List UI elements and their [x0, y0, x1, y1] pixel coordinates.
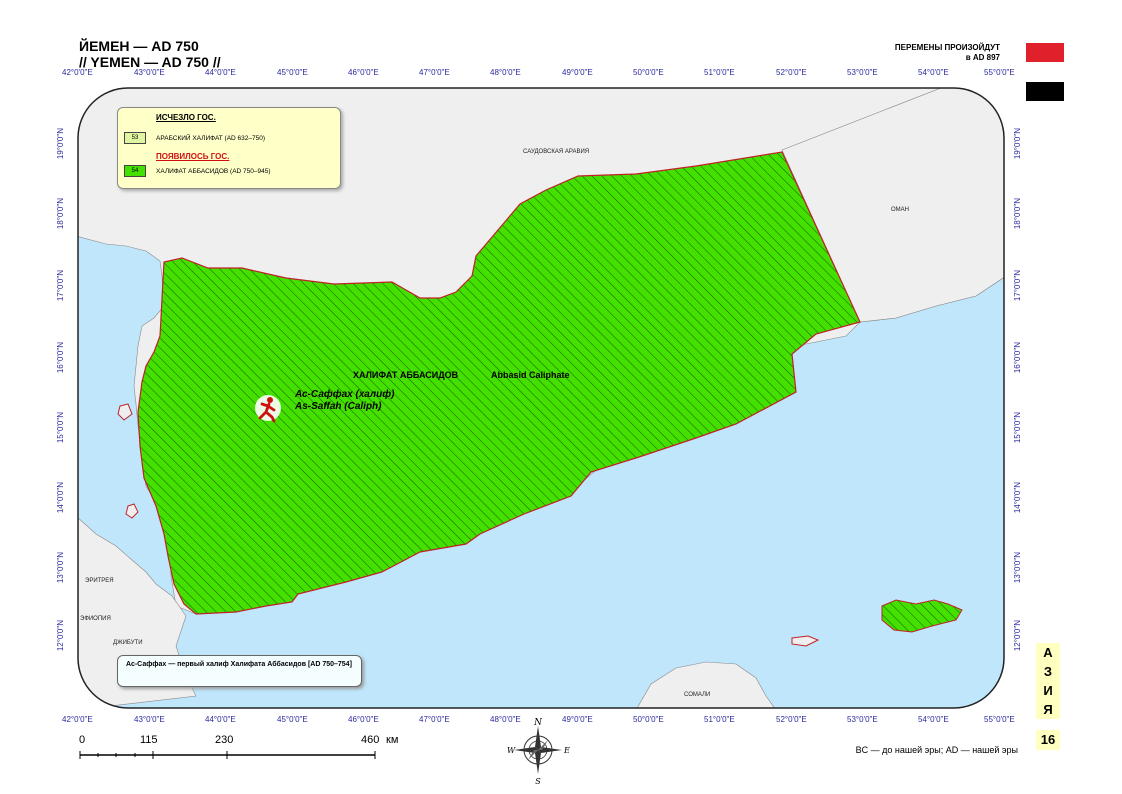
label-oman: ОМАН: [891, 207, 909, 213]
coord-top-53: 53°0'0"E: [847, 68, 878, 77]
label-ruler-ru: Ас-Саффах (халиф): [295, 389, 395, 400]
coord-top-54: 54°0'0"E: [918, 68, 949, 77]
label-ruler-en: As-Saffah (Caliph): [295, 401, 382, 412]
coord-left-17: 17°0'0"N: [56, 270, 65, 302]
svg-text:W: W: [507, 746, 516, 755]
coord-left-19: 19°0'0"N: [56, 128, 65, 160]
coord-top-46: 46°0'0"E: [348, 68, 379, 77]
scale-bar-line: [79, 751, 376, 759]
label-somalia: СОМАЛИ: [684, 692, 711, 698]
legend-appeared-swatch: 54: [124, 165, 146, 177]
scale-bar: 0 115 230 460 км: [79, 734, 419, 764]
scale-tick-115: 115: [140, 734, 158, 746]
legend-vanished-header: ИСЧЕЗЛО ГОС.: [156, 113, 216, 122]
coord-bottom-45: 45°0'0"E: [277, 715, 308, 724]
coord-top-48: 48°0'0"E: [490, 68, 521, 77]
label-saudi-arabia: САУДОВСКАЯ АРАВИЯ: [523, 149, 590, 155]
label-djibouti: ДЖИБУТИ: [113, 640, 143, 646]
coord-bottom-55: 55°0'0"E: [984, 715, 1015, 724]
coord-top-45: 45°0'0"E: [277, 68, 308, 77]
legend-vanished-swatch: 53: [124, 132, 146, 144]
change-notice-line1: ПЕРЕМЕНЫ ПРОИЗОЙДУТ: [894, 43, 1000, 52]
svg-text:E: E: [563, 746, 570, 755]
continent-letter-3: И: [1043, 683, 1053, 698]
label-caliphate-en: Abbasid Caliphate: [491, 370, 570, 380]
scale-unit: км: [386, 734, 399, 746]
continent-tab: А З И Я: [1036, 643, 1060, 719]
coord-right-19: 19°0'0"N: [1013, 128, 1022, 160]
coord-bottom-53: 53°0'0"E: [847, 715, 878, 724]
coord-top-49: 49°0'0"E: [562, 68, 593, 77]
legend-box: ИСЧЕЗЛО ГОС. 53 АРАБСКИЙ ХАЛИФАТ (AD 632…: [117, 107, 341, 189]
map-title: ЙЕМЕН — AD 750 // YEMEN — AD 750 //: [79, 38, 221, 70]
coord-bottom-47: 47°0'0"E: [419, 715, 450, 724]
title-ru: ЙЕМЕН — AD 750: [79, 38, 199, 54]
coord-right-16: 16°0'0"N: [1013, 342, 1022, 374]
flag-stripe-white: [1026, 62, 1064, 82]
coord-left-13: 13°0'0"N: [56, 552, 65, 584]
coord-bottom-51: 51°0'0"E: [704, 715, 735, 724]
coord-top-55: 55°0'0"E: [984, 68, 1015, 77]
coord-left-18: 18°0'0"N: [56, 198, 65, 230]
continent-letter-4: Я: [1043, 702, 1053, 717]
label-caliphate-ru: ХАЛИФАТ АББАСИДОВ: [353, 370, 459, 380]
coord-top-43: 43°0'0"E: [134, 68, 165, 77]
coord-left-12: 12°0'0"N: [56, 620, 65, 652]
coord-top-42: 42°0'0"E: [62, 68, 93, 77]
coords-left: 19°0'0"N 18°0'0"N 17°0'0"N 16°0'0"N 15°0…: [56, 120, 70, 680]
svg-text:N: N: [533, 718, 543, 728]
ruler-running-man-icon: [255, 395, 281, 423]
coord-top-50: 50°0'0"E: [633, 68, 664, 77]
coord-top-47: 47°0'0"E: [419, 68, 450, 77]
coord-left-16: 16°0'0"N: [56, 342, 65, 374]
scale-tick-460: 460: [361, 734, 380, 746]
coords-right: 19°0'0"N 18°0'0"N 17°0'0"N 16°0'0"N 15°0…: [1013, 120, 1027, 680]
scale-tick-0: 0: [79, 734, 86, 746]
coord-bottom-52: 52°0'0"E: [776, 715, 807, 724]
coord-top-44: 44°0'0"E: [205, 68, 236, 77]
coord-right-14: 14°0'0"N: [1013, 482, 1022, 514]
legend-vanished-label: АРАБСКИЙ ХАЛИФАТ (AD 632–750): [156, 135, 266, 142]
svg-text:S: S: [535, 777, 541, 786]
yemen-flag: [1026, 43, 1064, 101]
change-notice-line2: в AD 897: [965, 53, 1000, 62]
flag-stripe-red: [1026, 43, 1064, 63]
continent-letter-2: З: [1043, 664, 1053, 679]
coord-bottom-46: 46°0'0"E: [348, 715, 379, 724]
coord-left-15: 15°0'0"N: [56, 412, 65, 444]
label-eritrea: ЭРИТРЕЯ: [85, 578, 114, 584]
coord-top-52: 52°0'0"E: [776, 68, 807, 77]
era-legend-text: BC — до нашей эры; AD — нашей эры: [855, 745, 1018, 755]
coord-right-18: 18°0'0"N: [1013, 198, 1022, 230]
flag-stripe-black: [1026, 81, 1064, 101]
change-notice: ПЕРЕМЕНЫ ПРОИЗОЙДУТ в AD 897: [895, 43, 1000, 63]
label-ethiopia: ЭФИОПИЯ: [80, 616, 111, 622]
compass-rose-icon: N W E S: [507, 718, 570, 786]
scale-tick-230: 230: [215, 734, 234, 746]
continent-letter-1: А: [1043, 645, 1053, 660]
label-ruler: Ас-Саффах (халиф) As-Saffah (Caliph): [295, 389, 394, 413]
ruler-note-box: Ас-Саффах — первый халиф Халифата Аббаси…: [117, 655, 362, 687]
legend-appeared-header: ПОЯВИЛОСЬ ГОС.: [156, 152, 230, 161]
coord-bottom-42: 42°0'0"E: [62, 715, 93, 724]
coord-bottom-54: 54°0'0"E: [918, 715, 949, 724]
coord-bottom-43: 43°0'0"E: [134, 715, 165, 724]
legend-appeared-label: ХАЛИФАТ АББАСИДОВ (AD 750–945): [156, 168, 271, 175]
page-number: 16: [1036, 730, 1060, 750]
coord-bottom-50: 50°0'0"E: [633, 715, 664, 724]
coord-right-15: 15°0'0"N: [1013, 412, 1022, 444]
coord-top-51: 51°0'0"E: [704, 68, 735, 77]
coord-right-13: 13°0'0"N: [1013, 552, 1022, 584]
coord-right-17: 17°0'0"N: [1013, 270, 1022, 302]
coord-right-12: 12°0'0"N: [1013, 620, 1022, 652]
coord-left-14: 14°0'0"N: [56, 482, 65, 514]
coord-bottom-44: 44°0'0"E: [205, 715, 236, 724]
